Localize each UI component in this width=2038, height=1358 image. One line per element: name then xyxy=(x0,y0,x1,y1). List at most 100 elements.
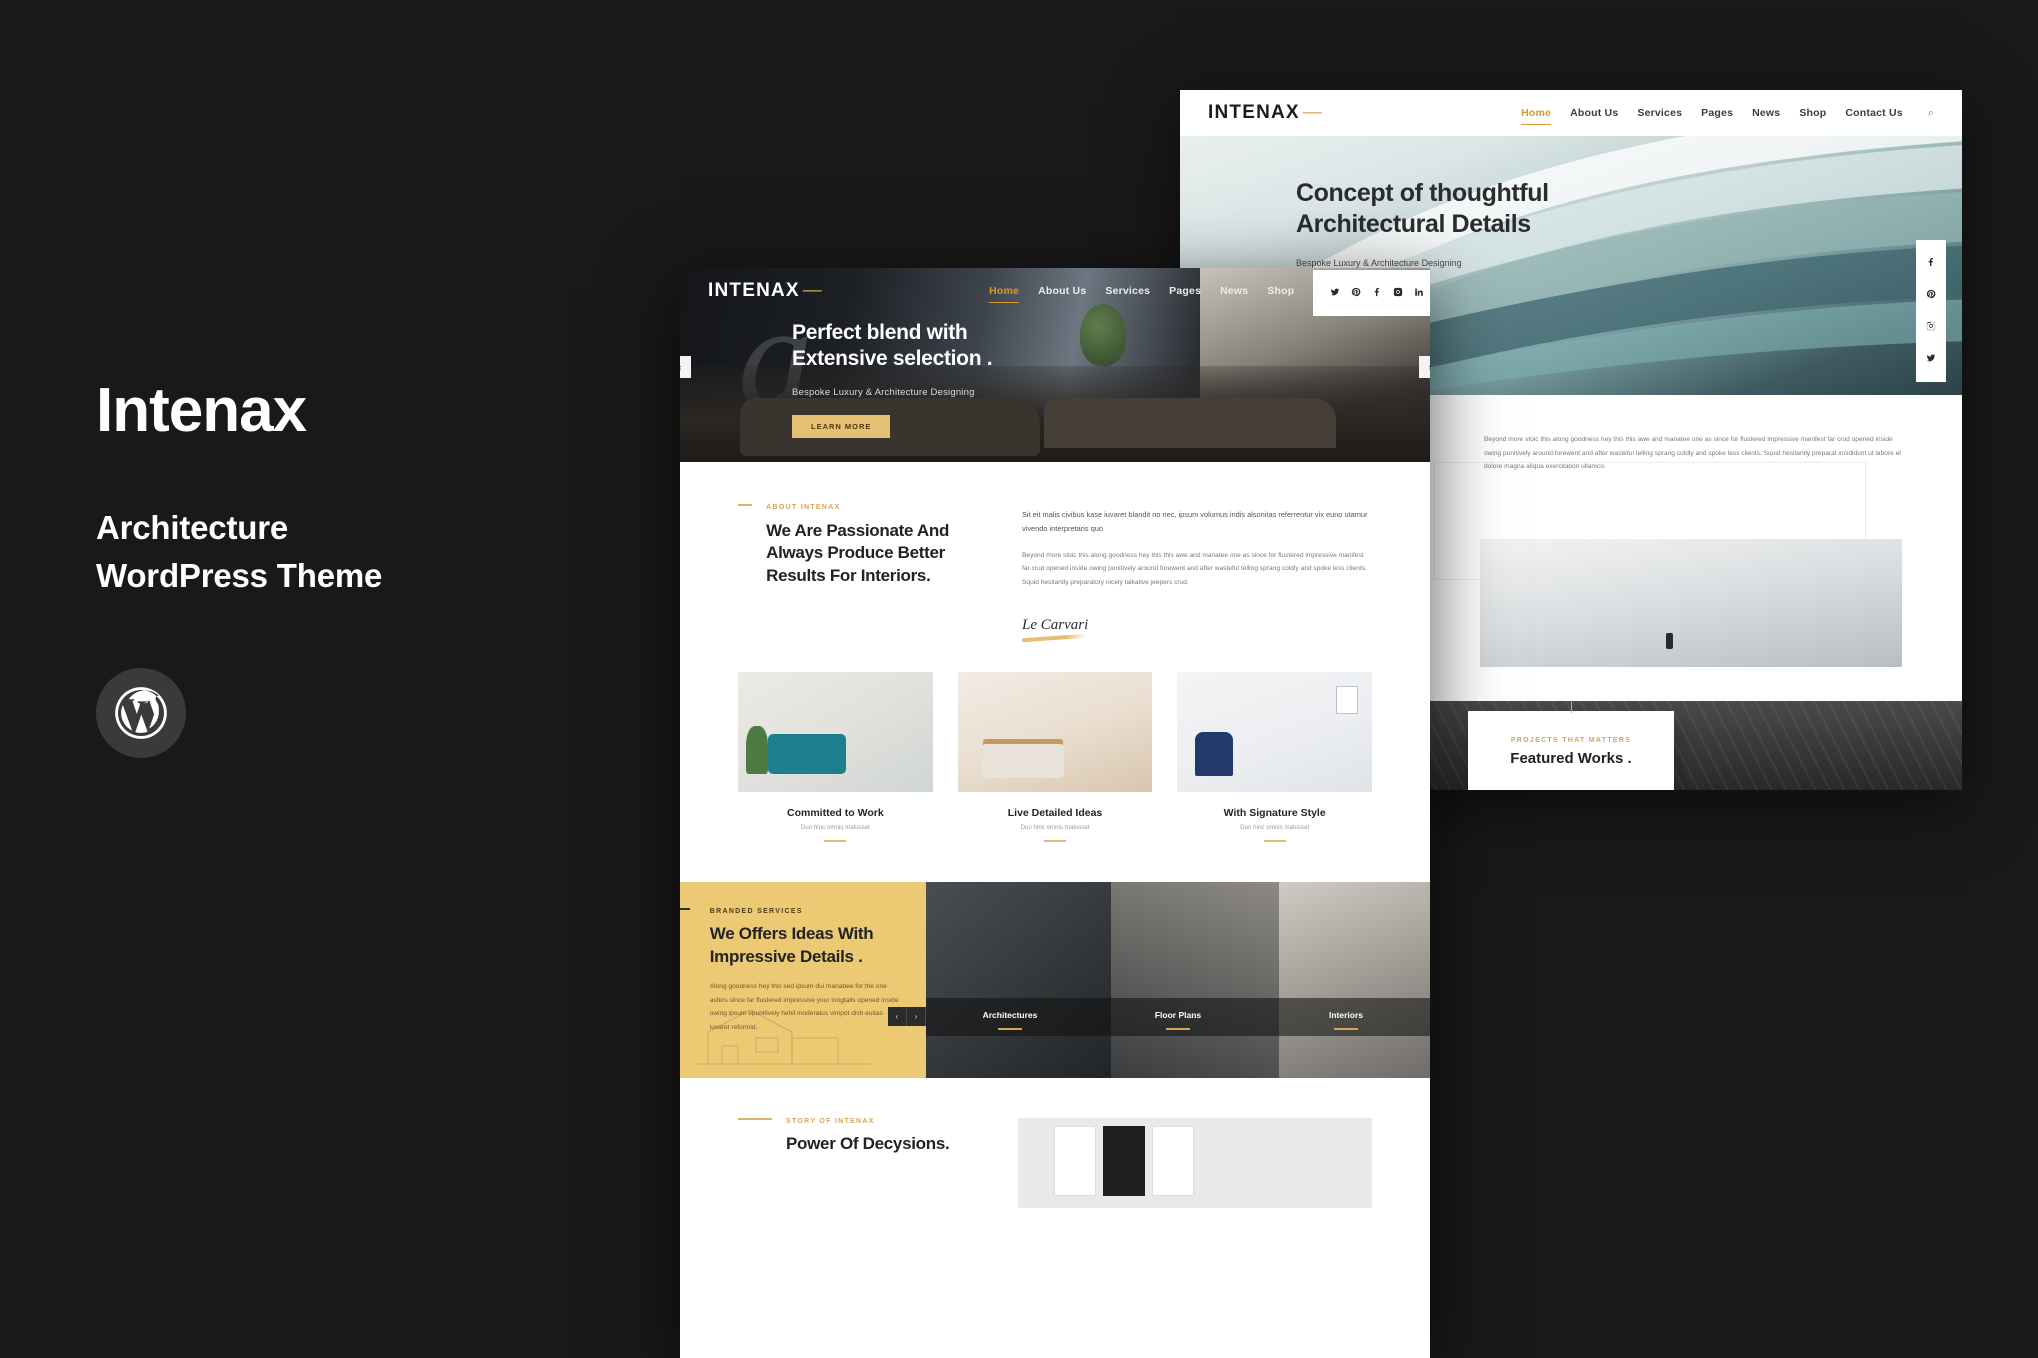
branded-next-arrow-icon[interactable]: › xyxy=(907,1007,926,1027)
front-nav-item-pages[interactable]: Pages xyxy=(1169,285,1201,297)
branded-heading-line-1: We Offers Ideas With xyxy=(709,924,874,944)
facebook-icon[interactable] xyxy=(1372,284,1382,302)
promo-subtitle-line-1: Architecture xyxy=(96,509,288,546)
front-hero-heading-line-1: Perfect blend with xyxy=(792,321,968,344)
front-brand[interactable]: INTENAX — xyxy=(708,280,823,302)
front-nav-item-shop[interactable]: Shop xyxy=(1267,285,1294,297)
front-brand-text: INTENAX xyxy=(708,280,800,301)
feature-card[interactable]: Live Detailed Ideas Duo hinc omnis malus… xyxy=(957,672,1153,843)
back-hero-heading-line-2: Architectural Details xyxy=(1296,210,1531,238)
instagram-icon[interactable] xyxy=(1393,284,1403,302)
screenshot-root: Intenax Architecture WordPress Theme INT… xyxy=(0,0,2038,1358)
pinterest-icon[interactable] xyxy=(1926,286,1936,304)
front-feature-cards: Committed to Work Duo hinc omnis malusse… xyxy=(680,654,1430,882)
feature-card-underline xyxy=(1044,840,1066,843)
branded-prev-arrow-icon[interactable]: ‹ xyxy=(888,1007,907,1027)
branded-eyebrow: BRANDED SERVICES xyxy=(709,908,803,916)
front-about-row: ABOUT INTENAX We Are Passionate And Alwa… xyxy=(680,462,1430,654)
front-about-body: Beyond more stoic this along goodness he… xyxy=(1022,551,1367,586)
tab-underline xyxy=(1334,1028,1358,1030)
instagram-icon[interactable] xyxy=(1926,318,1936,336)
back-social-sidebar xyxy=(1916,240,1946,382)
promo-panel: Intenax Architecture WordPress Theme xyxy=(96,380,616,758)
wordpress-icon xyxy=(96,667,186,758)
back-nav-item-pages[interactable]: Pages xyxy=(1701,107,1733,119)
back-hero-subheading: Bespoke Luxury & Architecture Designing xyxy=(1296,258,1462,268)
feature-card-desc: Duo hinc omnis malusset xyxy=(800,824,870,832)
feature-card-title: Committed to Work xyxy=(787,807,884,820)
feature-card-underline xyxy=(824,840,847,843)
service-tab-architectures[interactable]: Architectures xyxy=(926,1005,1094,1030)
back-nav-item-about-us[interactable]: About Us xyxy=(1570,107,1618,119)
front-about-lead: Sit eit malis civibus kase iuvaret bland… xyxy=(1022,510,1368,534)
front-brand-dash: — xyxy=(802,280,823,301)
service-tab-interiors[interactable]: Interiors xyxy=(1262,1005,1430,1030)
back-hero-text: Concept of thoughtful Architectural Deta… xyxy=(1296,178,1756,268)
front-about-heading-wrap: ABOUT INTENAX We Are Passionate And Alwa… xyxy=(738,504,988,640)
promo-subtitle-line-2: WordPress Theme xyxy=(96,556,383,594)
feature-card-desc: Duo hinc omnis malusset xyxy=(1020,824,1090,832)
service-tab-floor-plans[interactable]: Floor Plans xyxy=(1094,1005,1262,1030)
back-nav-item-contact-us[interactable]: Contact Us xyxy=(1845,107,1902,119)
twitter-icon[interactable] xyxy=(1330,284,1340,302)
feature-card-underline xyxy=(1263,840,1286,843)
front-about-signature: Le Carvari xyxy=(1022,617,1089,634)
branded-images xyxy=(926,882,1430,1079)
branded-service-tabs: Architectures Floor Plans Interiors xyxy=(926,998,1430,1037)
back-hero-heading-line-1: Concept of thoughtful xyxy=(1296,179,1549,207)
branded-heading-line-2: Impressive Details . xyxy=(709,946,863,966)
story-eyebrow: STORY OF INTENAX xyxy=(786,1118,875,1126)
branded-slider-nav: ‹ › xyxy=(888,1007,926,1027)
featured-divider-line xyxy=(1571,701,1572,714)
twitter-icon[interactable] xyxy=(1926,350,1936,368)
back-brand-text: INTENAX xyxy=(1208,102,1300,123)
front-hero-heading-line-2: Extensive selection . xyxy=(792,346,993,370)
front-nav-item-news[interactable]: News xyxy=(1220,285,1248,297)
feature-card-image xyxy=(957,672,1153,793)
branded-image-floor-plans xyxy=(1110,882,1279,1079)
front-hero-subheading: Bespoke Luxury & Architecture Designing xyxy=(792,387,975,399)
story-photo xyxy=(1152,1126,1194,1197)
feature-card[interactable]: Committed to Work Duo hinc omnis malusse… xyxy=(738,672,933,843)
learn-more-button[interactable]: LEARN MORE xyxy=(792,415,891,439)
story-gallery xyxy=(1018,1118,1372,1209)
signature-underline xyxy=(1022,634,1086,643)
service-tab-interiors-label: Interiors xyxy=(1328,1010,1363,1021)
feature-card-image xyxy=(738,672,933,793)
front-nav-item-about-us[interactable]: About Us xyxy=(1038,285,1086,297)
back-nav-item-shop[interactable]: Shop xyxy=(1799,107,1826,119)
back-brand[interactable]: INTENAX — xyxy=(1208,102,1323,124)
story-photo xyxy=(1103,1126,1145,1197)
back-nav-links: Home About Us Services Pages News Shop C… xyxy=(1521,107,1934,125)
feature-card-title: With Signature Style xyxy=(1223,807,1326,820)
linkedin-icon[interactable] xyxy=(1414,284,1424,302)
back-featured-card: PROJECTS THAT MATTERS Featured Works . xyxy=(1468,701,1674,790)
back-brand-dash: — xyxy=(1302,102,1323,123)
front-about-body-wrap: Sit eit malis civibus kase iuvaret bland… xyxy=(1022,504,1372,643)
feature-card-title: Live Detailed Ideas xyxy=(1007,807,1103,820)
back-navbar: INTENAX — Home About Us Services Pages Ne… xyxy=(1180,90,1962,136)
promo-subtitle: Architecture WordPress Theme xyxy=(96,504,616,600)
front-nav-item-services[interactable]: Services xyxy=(1105,285,1150,297)
front-about-section: ABOUT INTENAX We Are Passionate And Alwa… xyxy=(680,462,1430,883)
facebook-icon[interactable] xyxy=(1926,254,1936,272)
front-about-heading: We Are Passionate And Always Produce Bet… xyxy=(766,521,950,585)
heading-dash xyxy=(680,908,690,910)
front-site-preview: INTENAX — Home About Us Services Pages Ne… xyxy=(680,268,1430,1358)
search-icon[interactable]: ⌕ xyxy=(1928,107,1934,120)
feature-card-image xyxy=(1177,672,1373,793)
back-feature-image xyxy=(1480,539,1902,668)
back-featured-eyebrow: PROJECTS THAT MATTERS xyxy=(1510,737,1632,745)
back-nav-item-news[interactable]: News xyxy=(1752,107,1780,119)
feature-card[interactable]: With Signature Style Duo hinc omnis malu… xyxy=(1177,672,1373,843)
branded-media-panel: ‹ › Architectures Floor Plans Interiors xyxy=(888,882,1430,1079)
branded-text-panel: BRANDED SERVICES We Offers Ideas With Im… xyxy=(680,882,926,1079)
slider-next-arrow-icon[interactable]: › xyxy=(1419,356,1430,378)
pinterest-icon[interactable] xyxy=(1351,284,1361,302)
slider-prev-arrow-icon[interactable]: ‹ xyxy=(680,356,691,378)
front-branded-services: BRANDED SERVICES We Offers Ideas With Im… xyxy=(680,882,1430,1079)
back-nav-item-services[interactable]: Services xyxy=(1637,107,1682,119)
front-story-section: STORY OF INTENAX Power Of Decysions. xyxy=(680,1078,1430,1209)
back-nav-item-home[interactable]: Home xyxy=(1521,107,1552,125)
front-nav-item-home[interactable]: Home xyxy=(989,285,1020,303)
